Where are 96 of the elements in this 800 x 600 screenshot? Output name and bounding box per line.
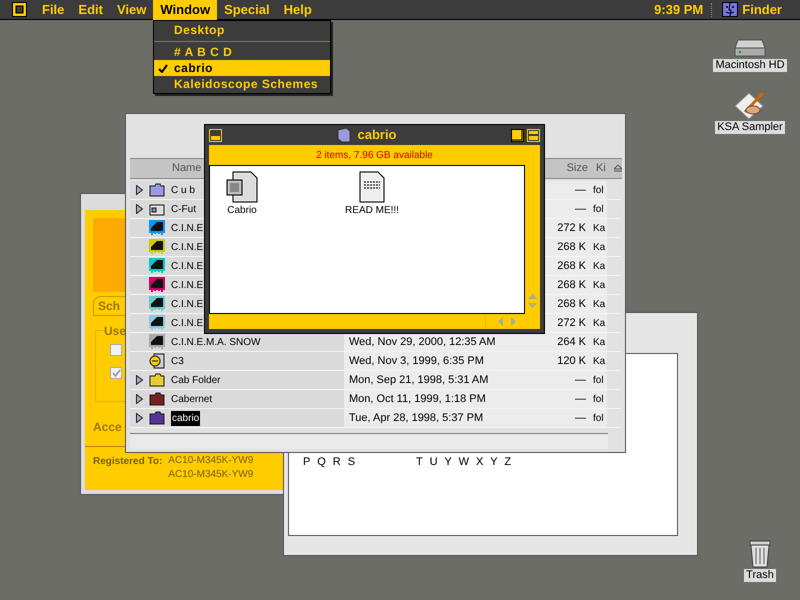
- size-cell-text: 268 K: [557, 296, 586, 312]
- kind-cell-text: fol: [593, 374, 604, 388]
- checkmark-icon: [158, 64, 168, 72]
- size-cell-text: —: [575, 392, 586, 407]
- trash-icon[interactable]: [748, 538, 772, 568]
- size-cell-text: —: [575, 410, 586, 426]
- menu-title[interactable]: View: [110, 0, 154, 20]
- kind-cell-text: Ka: [593, 278, 606, 292]
- file-name: C3: [171, 354, 184, 368]
- file-name: C.I.N.E: [171, 316, 204, 330]
- file-name: Cabernet: [171, 392, 212, 406]
- file-name: C.I.N.E: [171, 222, 204, 236]
- column-heading[interactable]: Size: [566, 160, 592, 177]
- size-cell-text: 272 K: [557, 220, 586, 236]
- date-cell-text: Mon, Sep 21, 1998, 5:31 AM: [349, 372, 488, 388]
- file-name: C-Fut: [171, 202, 196, 216]
- menu-title[interactable]: File: [35, 0, 72, 20]
- application-file-icon[interactable]: [226, 171, 258, 203]
- menu-title[interactable]: Edit: [71, 0, 110, 20]
- file-name: cabrio: [171, 410, 200, 426]
- kind-cell-text: Ka: [593, 336, 606, 350]
- menu-clock[interactable]: 9:39 PM: [654, 0, 704, 20]
- app-menu-title[interactable]: Finder: [742, 0, 782, 20]
- checkbox[interactable]: [110, 367, 122, 379]
- disclosure-triangle-icon[interactable]: [136, 375, 142, 385]
- checkbox[interactable]: [110, 344, 122, 356]
- menu-item[interactable]: # A B C D: [154, 44, 330, 60]
- collapse-icon[interactable]: [527, 128, 540, 142]
- sort-icon[interactable]: [614, 164, 622, 172]
- disclosure-triangle-icon[interactable]: [136, 394, 142, 404]
- registration-code: AC10-M345K-YW9: [168, 454, 254, 468]
- kind-cell-text: fol: [593, 202, 604, 216]
- file-name: Cab Folder: [171, 374, 220, 388]
- face-icon[interactable]: [722, 2, 738, 17]
- icon-label[interactable]: Trash: [744, 569, 776, 582]
- hard-drive-icon[interactable]: [734, 38, 766, 58]
- column-heading[interactable]: Name: [172, 160, 202, 177]
- list-row[interactable]: Cab Folder Mon, Sep 21, 1998, 5:31 AM — fol: [130, 371, 621, 390]
- date-cell-text: Mon, Oct 11, 1999, 1:18 PM: [349, 392, 486, 407]
- size-cell-text: 268 K: [557, 278, 586, 293]
- icon-label[interactable]: KSA Sampler: [715, 121, 785, 134]
- menu-item[interactable]: Kaleidoscope Schemes: [154, 76, 330, 92]
- size-cell-text: 268 K: [557, 240, 586, 255]
- file-label[interactable]: Cabrio: [227, 203, 257, 218]
- size-cell-text: 272 K: [557, 316, 586, 331]
- registered-label: Registered To:: [93, 455, 162, 469]
- size-cell-text: 120 K: [557, 354, 586, 369]
- file-name: C.I.N.E: [171, 278, 204, 292]
- kind-cell-text: fol: [593, 392, 604, 406]
- disclosure-triangle-icon[interactable]: [136, 413, 142, 423]
- size-cell-text: —: [575, 202, 586, 217]
- disclosure-triangle-icon[interactable]: [136, 204, 142, 214]
- kind-cell-text: fol: [593, 412, 604, 426]
- file-label[interactable]: READ ME!!!: [345, 203, 399, 218]
- registration-code: AC10-M345K-YW9: [168, 468, 254, 482]
- kind-cell-text: fol: [593, 184, 604, 198]
- size-cell-text: 264 K: [557, 334, 586, 350]
- size-cell-text: 268 K: [557, 258, 586, 274]
- status-text: 2 items, 7.96 GB available: [316, 148, 433, 162]
- date-cell-text: Wed, Nov 3, 1999, 6:35 PM: [349, 354, 484, 369]
- list-row[interactable]: cabrio Tue, Apr 28, 1998, 5:37 PM — fol: [130, 409, 621, 428]
- zoom-icon[interactable]: [511, 128, 524, 142]
- list-row[interactable]: Cabernet Mon, Oct 11, 1999, 1:18 PM — fol: [130, 390, 621, 409]
- icon-label[interactable]: Macintosh HD: [713, 59, 787, 72]
- square-icon[interactable]: [12, 2, 27, 17]
- date-cell-text: Wed, Nov 29, 2000, 12:35 AM: [349, 334, 496, 350]
- close-icon[interactable]: [209, 128, 222, 142]
- kind-cell-text: Ka: [593, 260, 606, 274]
- pencil-hand-icon[interactable]: [733, 90, 767, 120]
- disclosure-triangle-icon[interactable]: [136, 185, 142, 195]
- menu-item[interactable]: Desktop: [154, 22, 330, 38]
- kind-cell-text: Ka: [593, 222, 606, 236]
- window-title: cabrio: [357, 126, 396, 144]
- app-icon: [149, 353, 165, 369]
- size-cell-text: —: [575, 372, 586, 388]
- column-heading[interactable]: Ki: [592, 160, 610, 177]
- menu-item[interactable]: cabrio: [154, 60, 330, 76]
- letter-row-text: P Q R S: [303, 455, 358, 470]
- kind-cell-text: Ka: [593, 316, 606, 330]
- text-file-icon[interactable]: [359, 171, 385, 203]
- kind-cell-text: Ka: [593, 240, 606, 254]
- size-cell-text: —: [575, 182, 586, 198]
- file-name: C u b: [171, 184, 195, 198]
- kind-cell-text: Ka: [593, 298, 606, 312]
- menu-title[interactable]: Special: [217, 0, 277, 20]
- letter-row-text: T U Y W X Y Z: [416, 455, 514, 470]
- file-name: C.I.N.E: [171, 260, 204, 274]
- file-name: C.I.N.E: [171, 298, 204, 312]
- menu-title[interactable]: Window: [153, 0, 218, 20]
- kind-cell-text: Ka: [593, 354, 606, 368]
- file-name: C.I.N.E.M.A. SNOW: [171, 336, 260, 350]
- file-name: C.I.N.E: [171, 240, 204, 254]
- field-label: Acce: [93, 419, 123, 436]
- date-cell-text: Tue, Apr 28, 1998, 5:37 PM: [349, 410, 484, 426]
- menu-title[interactable]: Help: [276, 0, 319, 20]
- list-row[interactable]: C3 Wed, Nov 3, 1999, 6:35 PM 120 K Ka: [130, 352, 621, 371]
